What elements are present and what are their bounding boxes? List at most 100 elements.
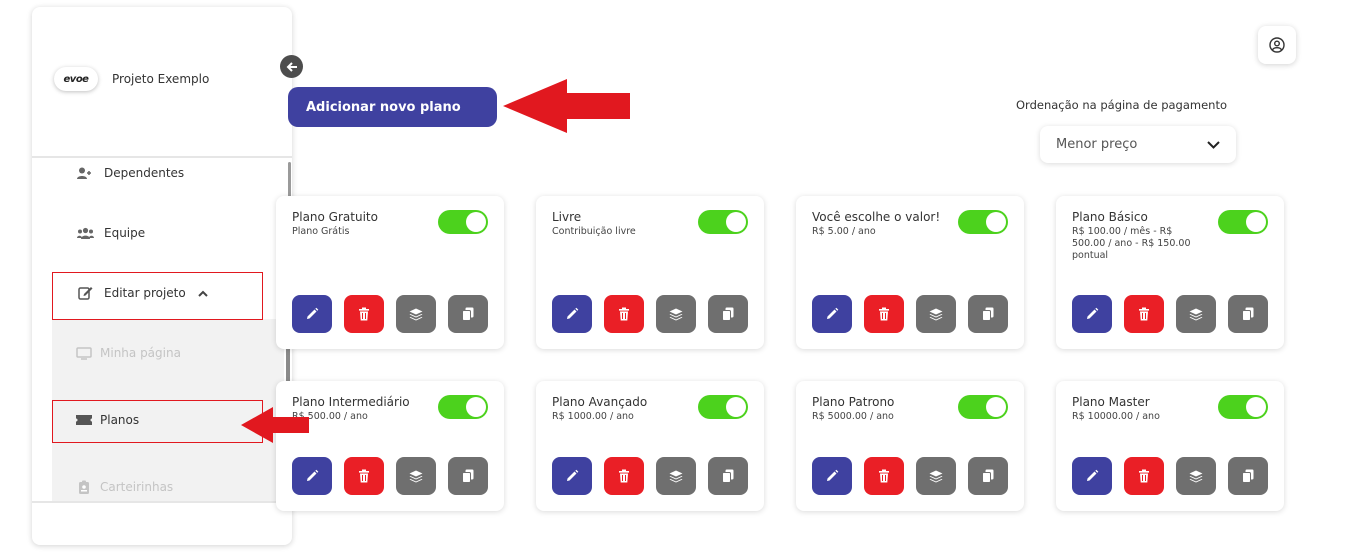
plan-actions	[812, 295, 1008, 333]
delete-plan-button[interactable]	[1124, 295, 1164, 333]
layers-icon	[1189, 308, 1203, 320]
add-plan-button[interactable]: Adicionar novo plano	[288, 87, 497, 127]
plan-card-text: Plano Master R$ 10000.00 / ano	[1072, 395, 1202, 423]
pencil-icon	[1087, 307, 1099, 319]
delete-plan-button[interactable]	[344, 457, 384, 495]
copy-plan-button[interactable]	[1228, 295, 1268, 333]
trash-icon	[1139, 469, 1149, 483]
copy-plan-button[interactable]	[968, 457, 1008, 495]
sidebar-subitem-minha-pagina[interactable]: Minha página	[76, 346, 181, 360]
plan-active-toggle[interactable]	[698, 210, 748, 234]
pencil-icon	[827, 469, 839, 481]
collapse-sidebar-button[interactable]	[280, 55, 303, 78]
plan-title: Plano Intermediário	[292, 395, 410, 409]
plan-card-text: Plano Gratuito Plano Grátis	[292, 210, 422, 238]
plan-active-toggle[interactable]	[958, 395, 1008, 419]
copy-plan-button[interactable]	[708, 295, 748, 333]
copy-icon	[1242, 469, 1254, 483]
layers-plan-button[interactable]	[916, 457, 956, 495]
layers-plan-button[interactable]	[1176, 457, 1216, 495]
plan-card-text: Plano Patrono R$ 5000.00 / ano	[812, 395, 942, 423]
plan-card-text: Você escolhe o valor! R$ 5.00 / ano	[812, 210, 942, 238]
delete-plan-button[interactable]	[604, 457, 644, 495]
pencil-icon	[827, 307, 839, 319]
copy-icon	[982, 469, 994, 483]
copy-icon	[462, 469, 474, 483]
layers-icon	[929, 470, 943, 482]
id-badge-icon	[76, 480, 92, 494]
plan-card: Plano Avançado R$ 1000.00 / ano	[536, 381, 764, 511]
plan-description: R$ 500.00 / ano	[292, 411, 368, 422]
plan-actions	[1072, 295, 1268, 333]
edit-plan-button[interactable]	[1072, 457, 1112, 495]
delete-plan-button[interactable]	[344, 295, 384, 333]
plan-active-toggle[interactable]	[958, 210, 1008, 234]
plan-actions	[552, 457, 748, 495]
user-menu-button[interactable]	[1258, 26, 1296, 64]
plan-active-toggle[interactable]	[438, 395, 488, 419]
pencil-icon	[307, 307, 319, 319]
plan-title: Plano Avançado	[552, 395, 648, 409]
copy-plan-button[interactable]	[1228, 457, 1268, 495]
plan-title: Livre	[552, 210, 582, 224]
layers-icon	[409, 308, 423, 320]
plan-active-toggle[interactable]	[698, 395, 748, 419]
highlight-box-planos	[52, 400, 263, 443]
sidebar-item-label: Dependentes	[104, 166, 185, 180]
plan-actions	[292, 295, 488, 333]
delete-plan-button[interactable]	[864, 457, 904, 495]
sidebar-divider	[32, 156, 292, 158]
copy-icon	[722, 307, 734, 321]
order-select[interactable]: Menor preço	[1040, 126, 1236, 163]
layers-plan-button[interactable]	[656, 457, 696, 495]
plan-card: Livre Contribuição livre	[536, 196, 764, 349]
plan-actions	[552, 295, 748, 333]
layers-plan-button[interactable]	[656, 295, 696, 333]
plan-active-toggle[interactable]	[438, 210, 488, 234]
plan-card: Plano Master R$ 10000.00 / ano	[1056, 381, 1284, 511]
copy-plan-button[interactable]	[968, 295, 1008, 333]
trash-icon	[619, 307, 629, 321]
copy-plan-button[interactable]	[448, 457, 488, 495]
layers-plan-button[interactable]	[1176, 295, 1216, 333]
plan-actions	[1072, 457, 1268, 495]
plan-description: R$ 100.00 / mês - R$ 500.00 / ano - R$ 1…	[1072, 226, 1191, 261]
edit-plan-button[interactable]	[292, 457, 332, 495]
sidebar-item-label: Equipe	[104, 226, 146, 240]
pencil-icon	[567, 469, 579, 481]
plan-active-toggle[interactable]	[1218, 395, 1268, 419]
brand[interactable]: evoe Projeto Exemplo	[54, 67, 209, 91]
plan-title: Plano Patrono	[812, 395, 895, 409]
plan-title: Plano Master	[1072, 395, 1150, 409]
edit-plan-button[interactable]	[292, 295, 332, 333]
trash-icon	[879, 307, 889, 321]
sidebar-item-equipe[interactable]: Equipe	[76, 226, 145, 240]
plan-active-toggle[interactable]	[1218, 210, 1268, 234]
plan-card-text: Plano Avançado R$ 1000.00 / ano	[552, 395, 682, 423]
plan-actions	[812, 457, 1008, 495]
edit-plan-button[interactable]	[812, 295, 852, 333]
copy-icon	[982, 307, 994, 321]
edit-plan-button[interactable]	[812, 457, 852, 495]
layers-plan-button[interactable]	[916, 295, 956, 333]
sidebar-item-dependentes[interactable]: Dependentes	[76, 166, 184, 180]
layers-plan-button[interactable]	[396, 457, 436, 495]
plan-card: Plano Gratuito Plano Grátis	[276, 196, 504, 349]
add-user-icon	[76, 166, 94, 180]
layers-plan-button[interactable]	[396, 295, 436, 333]
plan-description: R$ 5000.00 / ano	[812, 411, 894, 422]
sidebar-subitem-carteirinhas[interactable]: Carteirinhas	[76, 480, 173, 494]
plan-description: R$ 5.00 / ano	[812, 226, 876, 237]
highlight-box-editar-projeto	[52, 272, 263, 320]
pencil-icon	[307, 469, 319, 481]
trash-icon	[619, 469, 629, 483]
copy-plan-button[interactable]	[708, 457, 748, 495]
delete-plan-button[interactable]	[864, 295, 904, 333]
delete-plan-button[interactable]	[604, 295, 644, 333]
copy-plan-button[interactable]	[448, 295, 488, 333]
edit-plan-button[interactable]	[1072, 295, 1112, 333]
edit-plan-button[interactable]	[552, 295, 592, 333]
edit-plan-button[interactable]	[552, 457, 592, 495]
delete-plan-button[interactable]	[1124, 457, 1164, 495]
sidebar-subitem-label: Carteirinhas	[100, 480, 174, 494]
